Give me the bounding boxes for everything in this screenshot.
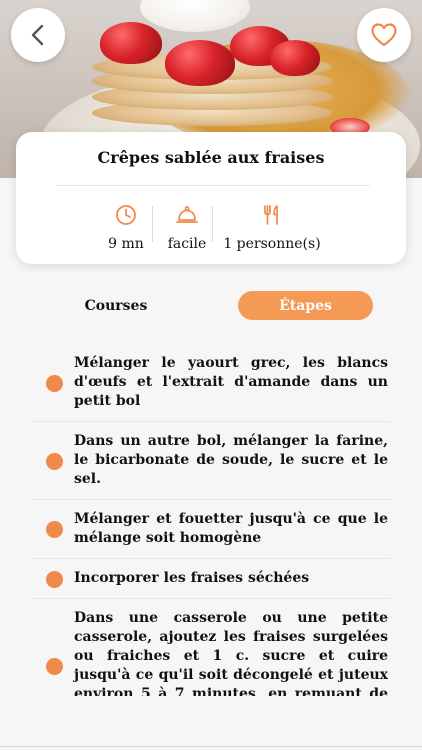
meta-time: 9 mn <box>104 204 148 252</box>
tab-etapes[interactable]: Étapes <box>238 291 373 320</box>
back-button[interactable] <box>11 8 65 62</box>
step-text: Mélanger le yaourt grec, les blancs d'œu… <box>74 355 388 409</box>
step-text: Incorporer les fraises séchées <box>74 570 310 586</box>
step-item: Dans une casserole ou une petite cassero… <box>32 599 390 696</box>
strawberry <box>100 22 162 64</box>
tab-courses[interactable]: Courses <box>74 291 158 320</box>
separator <box>212 206 213 242</box>
step-item: Mélanger le yaourt grec, les blancs d'œu… <box>32 344 390 422</box>
step-item: Dans un autre bol, mélanger la farine, l… <box>32 422 390 500</box>
step-item: Incorporer les fraises séchées <box>32 559 390 599</box>
recipe-title: Crêpes sablée aux fraises <box>97 148 325 167</box>
bottom-divider <box>0 746 422 747</box>
step-text: Dans un autre bol, mélanger la farine, l… <box>74 433 388 487</box>
difficulty-value: facile <box>167 236 207 252</box>
step-bullet <box>46 658 63 675</box>
step-item: Mélanger et fouetter jusqu'à ce que le m… <box>32 500 390 559</box>
recipe-info-card: Crêpes sablée aux fraises 9 mn facile 1 … <box>16 132 406 264</box>
separator <box>152 206 153 242</box>
fork-knife-icon <box>264 205 278 225</box>
step-text: Dans une casserole ou une petite cassero… <box>74 610 388 696</box>
divider <box>56 185 370 186</box>
favorite-button[interactable] <box>357 8 411 62</box>
time-value: 9 mn <box>108 236 144 252</box>
step-bullet <box>46 521 63 538</box>
step-text: Mélanger et fouetter jusqu'à ce que le m… <box>74 511 388 546</box>
step-bullet <box>46 452 63 470</box>
strawberry <box>165 40 235 86</box>
cloche-icon <box>176 206 198 223</box>
clock-icon <box>116 205 136 225</box>
steps-list[interactable]: Mélanger le yaourt grec, les blancs d'œu… <box>32 344 390 696</box>
meta-servings: 1 personne(s) <box>222 204 322 252</box>
whipped-cream <box>140 0 250 32</box>
strawberry <box>270 40 320 76</box>
heart-outline-icon <box>371 23 397 47</box>
chevron-left-icon <box>31 24 44 46</box>
step-bullet <box>46 570 63 588</box>
step-bullet <box>46 374 63 392</box>
servings-value: 1 personne(s) <box>223 236 321 252</box>
meta-difficulty: facile <box>162 204 212 252</box>
